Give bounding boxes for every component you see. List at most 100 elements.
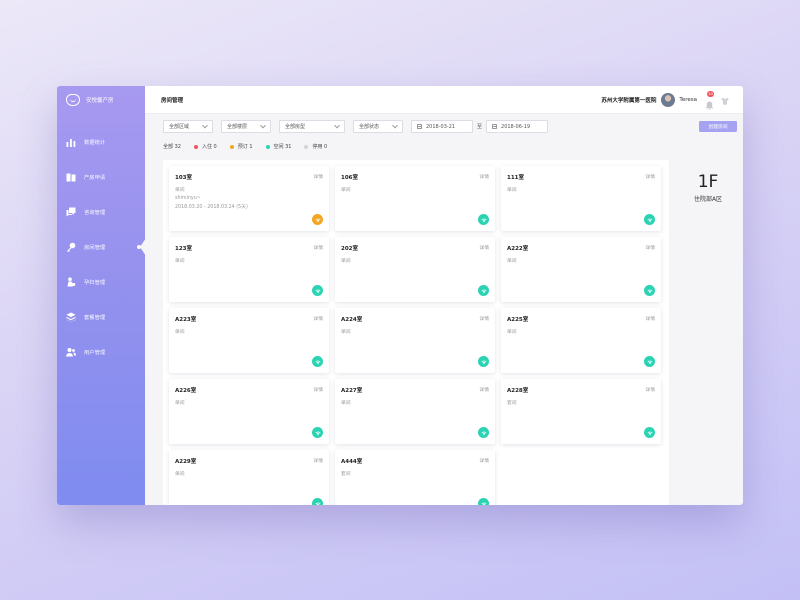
room-detail-link[interactable]: 详情 <box>479 244 489 251</box>
legend-disabled[interactable]: 停用 0 <box>304 143 327 150</box>
brand[interactable]: 安悦馨产房 <box>57 86 145 114</box>
room-detail-link[interactable]: 详情 <box>313 173 323 180</box>
room-type: 单间 <box>175 259 185 264</box>
room-card[interactable]: 123室 详情单间 <box>169 237 329 302</box>
room-name: A224室 <box>341 317 363 323</box>
room-detail-link[interactable]: 详情 <box>479 315 489 322</box>
username[interactable]: Teresa <box>679 97 697 103</box>
room-card[interactable]: A226室 详情 单间 <box>169 379 329 444</box>
brand-name: 安悦馨产房 <box>86 98 114 104</box>
area-select-value: 全部区域 <box>169 124 190 130</box>
sidebar-item-label: 用户管理 <box>84 349 106 356</box>
calendar-icon <box>492 124 498 129</box>
start-date-value: 2018-03-21 <box>426 123 456 130</box>
room-status-wifi-icon <box>644 214 655 225</box>
room-card[interactable]: A227室 详情 单间 <box>335 379 495 444</box>
room-status-wifi-icon <box>312 214 323 225</box>
status-dot-icon <box>229 144 234 149</box>
room-grid-panel: 103室 详情 单间 shiminyu~ 2018.03.20 - 2018.03.24… <box>163 160 669 505</box>
chevron-down-icon <box>202 122 208 128</box>
sidebar-item-label: 房间管理 <box>84 244 106 251</box>
sidebar-item-packages[interactable]: 套餐管理 <box>57 299 145 334</box>
room-status-wifi-icon <box>312 356 323 367</box>
room-card[interactable]: A444室 详情 套间 <box>335 450 495 505</box>
room-type-select[interactable]: 全部房型 <box>279 120 345 133</box>
sidebar-nav: 数据统计 产房申请 咨询管理 房间管理 孕妇管理 套餐管理 用户管理 <box>57 124 146 369</box>
shirt-icon[interactable] <box>721 90 729 109</box>
floor-select[interactable]: 全部楼层 <box>221 120 271 133</box>
room-detail-link[interactable]: 详情 <box>645 386 655 393</box>
legend-occupied[interactable]: 入住 0 <box>193 143 217 150</box>
avatar[interactable] <box>661 92 676 107</box>
sidebar-item-delivery-room-application[interactable]: 产房申请 <box>57 159 145 194</box>
room-detail-link[interactable]: 详情 <box>645 173 655 180</box>
area-select[interactable]: 全部区域 <box>163 120 213 133</box>
floor-number: 1F <box>697 172 719 192</box>
room-grid: 103室 详情 单间 shiminyu~ 2018.03.20 - 2018.03.24… <box>169 166 661 505</box>
legend-all-count[interactable]: 全部 32 <box>163 143 181 150</box>
room-type: 单间 <box>341 188 351 193</box>
room-detail-link[interactable]: 详情 <box>313 244 323 251</box>
room-detail-link[interactable]: 详情 <box>313 315 323 322</box>
room-card[interactable]: 103室 详情 单间 shiminyu~ 2018.03.20 - 2018.03.24… <box>169 166 329 231</box>
room-detail-link[interactable]: 详情 <box>313 386 323 393</box>
room-name: A444室 <box>341 459 363 465</box>
room-card[interactable]: 106室 详情单间 <box>335 166 495 231</box>
sidebar-item-pregnant-women[interactable]: 孕妇管理 <box>57 264 145 299</box>
legend-label: 预订 1 <box>237 144 253 150</box>
room-name: 103室 <box>175 175 192 181</box>
room-card[interactable]: A222室 详情 单间 <box>501 237 661 302</box>
brand-logo-icon <box>66 94 80 106</box>
sidebar-item-room-management[interactable]: 房间管理 <box>57 229 146 264</box>
room-type: 单间 <box>507 330 517 335</box>
calendar-icon <box>417 124 422 129</box>
room-card[interactable]: 202室 详情 单间 <box>335 237 495 302</box>
room-status-wifi-icon <box>478 214 489 225</box>
room-type: 单间 <box>507 188 517 193</box>
room-card[interactable]: A225室 详情 单间 <box>501 308 661 373</box>
room-detail-link[interactable]: 详情 <box>479 457 489 464</box>
sidebar: 安悦馨产房 数据统计 产房申请 咨询管理 房间管理 孕妇管理 套餐管理 用户管理 <box>57 86 146 505</box>
notifications-button[interactable]: 10 <box>705 91 714 110</box>
filter-bar: 全部区域 全部楼层 全部房型 全部状态 2018-03-21 至 2018-06… <box>163 120 737 133</box>
notification-badge: 10 <box>707 91 714 97</box>
create-room-button[interactable]: 创建房间 <box>699 121 737 132</box>
floor-area-name: 住院部A区 <box>693 196 723 203</box>
hospital-name: 苏州大学附属第一医院 <box>601 97 657 104</box>
date-range-separator: 至 <box>477 124 483 130</box>
start-date-input[interactable]: 2018-03-21 <box>411 120 473 133</box>
legend-free[interactable]: 空闲 31 <box>265 143 291 150</box>
room-detail-link[interactable]: 详情 <box>479 386 489 393</box>
room-detail-link[interactable]: 详情 <box>313 457 323 464</box>
mother-icon <box>66 276 76 287</box>
bed-icon <box>66 172 76 182</box>
status-select[interactable]: 全部状态 <box>353 120 403 133</box>
room-card[interactable]: A229室 详情 单间 <box>169 450 329 505</box>
sidebar-item-consultation[interactable]: 咨询管理 <box>57 194 145 229</box>
key-icon <box>66 242 76 252</box>
end-date-input[interactable]: 2018-06-19 <box>486 120 549 133</box>
room-card[interactable]: A223室 详情 单间 <box>169 308 329 373</box>
sidebar-item-label: 套餐管理 <box>84 314 106 321</box>
bar-chart-icon <box>66 137 76 147</box>
room-status-wifi-icon <box>312 427 323 438</box>
room-status-wifi-icon <box>478 285 489 296</box>
room-card[interactable]: A224室 详情 单间 <box>335 308 495 373</box>
room-name: 106室 <box>341 175 358 181</box>
room-card[interactable]: A228室 详情 套间 <box>501 379 661 444</box>
room-name: A223室 <box>175 317 197 323</box>
bell-icon <box>705 101 714 110</box>
status-dot-icon <box>304 144 309 149</box>
room-status-wifi-icon <box>478 356 489 367</box>
room-detail-link[interactable]: 详情 <box>479 173 489 180</box>
sidebar-item-users[interactable]: 用户管理 <box>57 334 145 369</box>
legend-booked[interactable]: 预订 1 <box>229 143 253 150</box>
legend-label: 停用 0 <box>312 144 328 150</box>
room-name: 123室 <box>175 246 192 252</box>
sidebar-item-statistics[interactable]: 数据统计 <box>57 124 145 159</box>
room-type: 单间 <box>175 401 185 406</box>
room-detail-link[interactable]: 详情 <box>645 315 655 322</box>
room-type-select-value: 全部房型 <box>285 124 306 130</box>
room-detail-link[interactable]: 详情 <box>645 244 655 251</box>
room-card[interactable]: 111室 详情 单间 <box>501 166 661 231</box>
